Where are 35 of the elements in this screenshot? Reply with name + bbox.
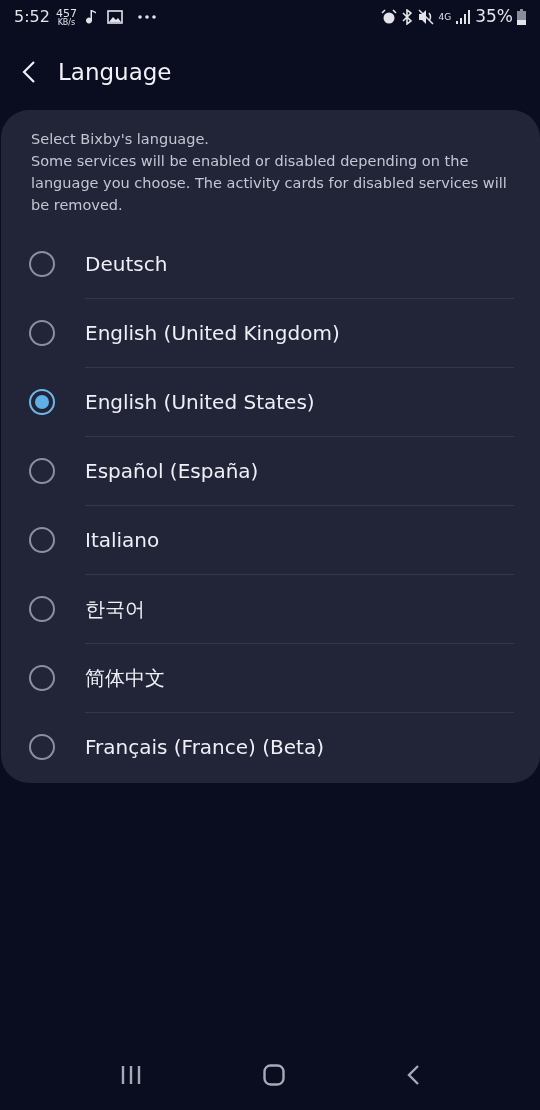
bluetooth-icon	[400, 9, 413, 25]
more-icon	[136, 14, 157, 20]
radio-button[interactable]	[29, 320, 55, 346]
image-icon	[106, 10, 123, 24]
language-option[interactable]: 한국어	[85, 594, 145, 624]
back-icon[interactable]	[405, 1064, 420, 1086]
radio-button[interactable]	[29, 458, 55, 484]
language-option[interactable]: Italiano	[85, 525, 160, 555]
radio-button[interactable]	[29, 734, 55, 760]
radio-button[interactable]	[29, 527, 55, 553]
alarm-icon	[380, 9, 397, 25]
page-title: Language	[58, 57, 172, 87]
recent-apps-icon[interactable]	[120, 1065, 143, 1085]
network-type: 4G	[438, 12, 452, 22]
speed: 457	[55, 7, 77, 19]
radio-button[interactable]	[29, 596, 55, 622]
language-option[interactable]: Deutsch	[85, 249, 168, 279]
description-heading: Select Bixby's language.	[31, 130, 210, 149]
mute-icon	[416, 9, 435, 25]
language-option[interactable]: 简体中文	[85, 663, 165, 693]
radio-button[interactable]	[29, 389, 55, 415]
radio-button[interactable]	[29, 665, 55, 691]
battery-icon	[517, 9, 526, 25]
speed-unit: KB/s	[57, 18, 76, 27]
language-option[interactable]: Español (España)	[85, 456, 259, 486]
time: 5:52	[14, 6, 50, 28]
signal-icon	[455, 10, 472, 24]
home-icon[interactable]	[263, 1064, 285, 1086]
description-text: Some services will be enabled or disabled depending on the language you choose. The activity cards for disabled services will be removed.	[31, 152, 508, 215]
radio-button[interactable]	[29, 251, 55, 277]
language-option[interactable]: English (United States)	[85, 387, 315, 417]
music-note-icon	[84, 9, 97, 25]
battery-percent: 35%	[475, 5, 513, 29]
language-option[interactable]: English (United Kingdom)	[85, 318, 340, 348]
language-option[interactable]: Français (France) (Beta)	[85, 732, 324, 762]
